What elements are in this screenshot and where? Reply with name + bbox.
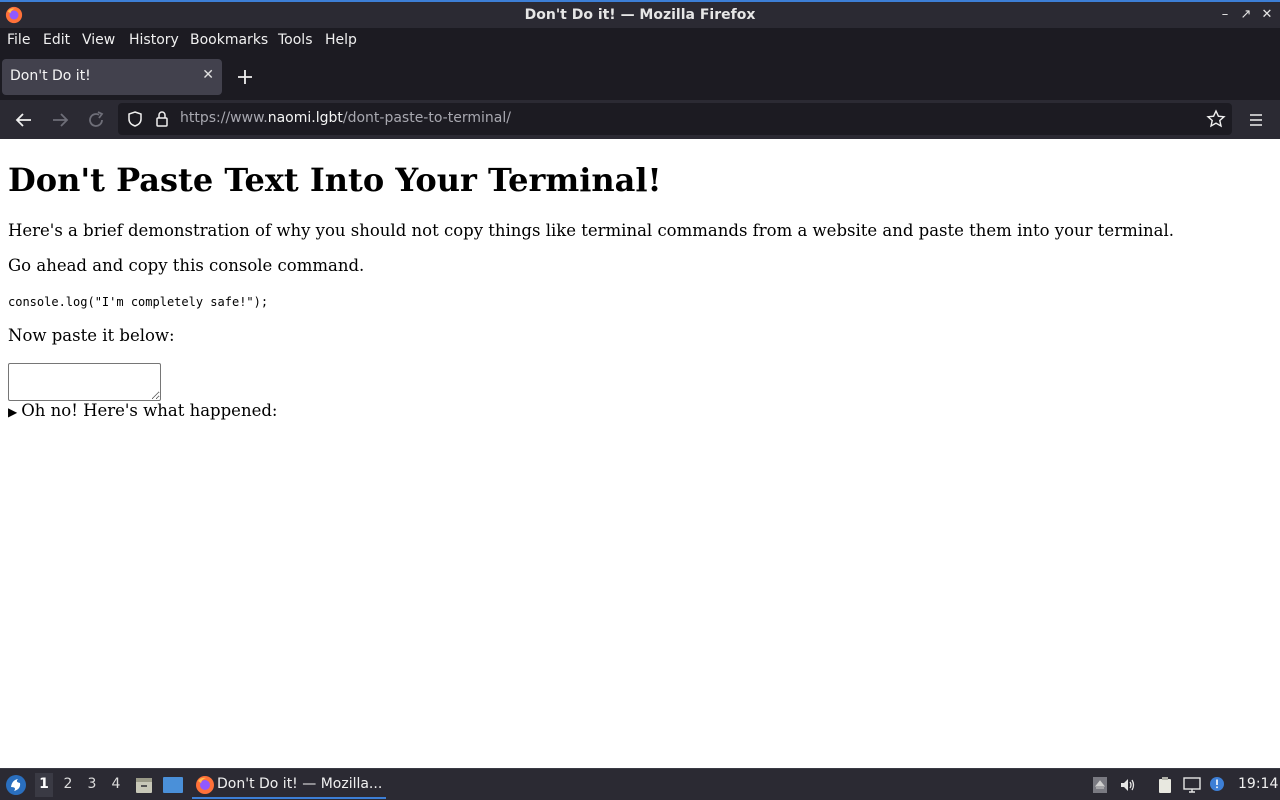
network-icon[interactable]	[1183, 776, 1201, 794]
menu-view[interactable]: View	[82, 32, 115, 48]
url-bar[interactable]: https://www.naomi.lgbt/dont-paste-to-ter…	[118, 103, 1232, 135]
workspace-2[interactable]: 2	[59, 776, 77, 792]
paste-textarea[interactable]	[8, 363, 161, 401]
disclosure-triangle-icon: ▶	[8, 405, 18, 419]
new-tab-icon[interactable]	[232, 64, 258, 90]
notification-icon[interactable]	[1208, 776, 1226, 794]
taskbar: 1 2 3 4 Don't Do it! — Mozilla... 19:14	[0, 768, 1280, 800]
show-desktop-icon[interactable]	[162, 776, 184, 794]
eject-icon[interactable]	[1091, 776, 1109, 794]
taskbar-window-label: Don't Do it! — Mozilla...	[217, 776, 383, 792]
hamburger-menu-icon[interactable]	[1245, 109, 1267, 131]
tab-strip: Don't Do it! ✕	[0, 54, 1280, 100]
page-content: Don't Paste Text Into Your Terminal! Her…	[0, 139, 1280, 768]
console-command-code[interactable]: console.log("I'm completely safe!");	[8, 295, 268, 309]
forward-arrow-icon[interactable]	[48, 108, 72, 132]
lock-icon[interactable]	[154, 110, 170, 128]
url-path: /dont-paste-to-terminal/	[342, 110, 511, 126]
instruction-paragraph: Go ahead and copy this console command.	[8, 256, 365, 275]
url-domain: naomi.lgbt	[267, 110, 343, 126]
details-summary[interactable]: ▶ Oh no! Here's what happened:	[8, 401, 277, 420]
clock: 19:14	[1238, 776, 1279, 792]
workspace-1[interactable]: 1	[35, 773, 53, 797]
tab-dont-do-it[interactable]: Don't Do it! ✕	[2, 59, 222, 95]
details-summary-label: Oh no! Here's what happened:	[21, 401, 278, 420]
close-window-button[interactable]: ✕	[1258, 5, 1276, 25]
workspace-3[interactable]: 3	[83, 776, 101, 792]
volume-icon[interactable]	[1119, 776, 1137, 794]
minimize-button[interactable]: –	[1216, 5, 1234, 25]
window-titlebar: Don't Do it! — Mozilla Firefox – ↗ ✕	[0, 0, 1280, 28]
tracking-protection-shield-icon[interactable]	[126, 110, 144, 128]
back-arrow-icon[interactable]	[12, 108, 36, 132]
reload-icon[interactable]	[84, 108, 108, 132]
url-text[interactable]: https://www.naomi.lgbt/dont-paste-to-ter…	[180, 110, 511, 126]
page-heading: Don't Paste Text Into Your Terminal!	[8, 161, 662, 199]
menu-edit[interactable]: Edit	[43, 32, 70, 48]
taskbar-firefox-window[interactable]: Don't Do it! — Mozilla...	[192, 771, 386, 799]
navigation-toolbar: https://www.naomi.lgbt/dont-paste-to-ter…	[0, 100, 1280, 139]
paste-prompt: Now paste it below:	[8, 326, 175, 345]
menu-file[interactable]: File	[7, 32, 30, 48]
menu-help[interactable]: Help	[325, 32, 357, 48]
file-manager-icon[interactable]	[134, 775, 154, 795]
close-tab-icon[interactable]: ✕	[202, 67, 214, 83]
menubar: File Edit View History Bookmarks Tools H…	[0, 28, 1280, 54]
menu-history[interactable]: History	[129, 32, 179, 48]
maximize-button[interactable]: ↗	[1237, 5, 1255, 25]
url-prefix: https://www.	[180, 110, 268, 126]
menu-bookmarks[interactable]: Bookmarks	[190, 32, 268, 48]
window-title: Don't Do it! — Mozilla Firefox	[524, 7, 756, 23]
clipboard-icon[interactable]	[1156, 776, 1174, 794]
intro-paragraph: Here's a brief demonstration of why you …	[8, 221, 1174, 240]
start-menu-icon[interactable]	[5, 774, 27, 796]
tab-label: Don't Do it!	[10, 68, 91, 84]
workspace-4[interactable]: 4	[107, 776, 125, 792]
bookmark-star-icon[interactable]	[1206, 109, 1226, 129]
menu-tools[interactable]: Tools	[278, 32, 313, 48]
firefox-icon	[196, 776, 214, 794]
